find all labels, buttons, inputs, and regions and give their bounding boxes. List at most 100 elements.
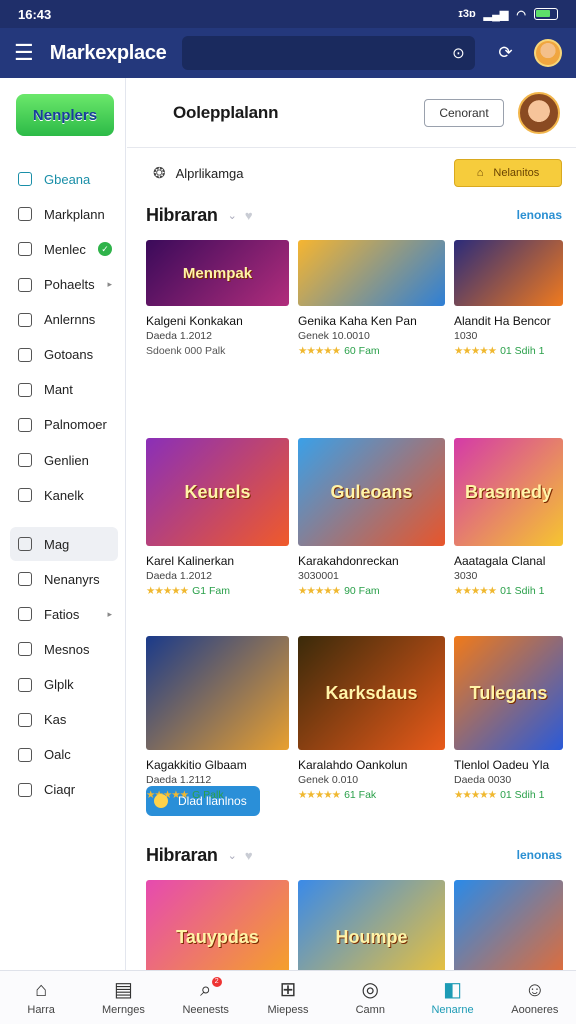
app-meta: Genek 0.010 [298, 774, 359, 786]
star-rating-icon: ★★★★★ [454, 345, 497, 357]
card-row: Keurels Karel Kalinerkan Daeda 1.2012 ★★★★★… [127, 438, 576, 628]
sidebar-item-15[interactable]: Kas [10, 702, 118, 737]
main-content: Oolepplalann Cenorant ❂ Alprlikamga ⌂ Ne… [127, 78, 576, 970]
app-thumbnail[interactable]: Houmpe [298, 880, 445, 970]
header-action-button[interactable]: Cenorant [424, 98, 504, 127]
nav-item-1[interactable]: ▤ Mernges [82, 971, 164, 1024]
section-title: Hibraran [146, 204, 218, 225]
search-input[interactable] [182, 45, 453, 61]
sidebar-item-7[interactable]: Palnomoer [10, 408, 118, 443]
app-thumbnail[interactable] [454, 240, 563, 306]
star-rating-icon: ★★★★★ [298, 585, 341, 597]
app-card[interactable]: Alandit Ha Bencor 1030 ★★★★★ 01 Sdih 1 [454, 240, 563, 430]
app-thumbnail[interactable]: Tauypdas [146, 880, 289, 970]
compass-icon [18, 572, 32, 587]
sidebar-item-label: Mag [44, 536, 70, 552]
section-see-all-link[interactable]: lenonas [517, 208, 562, 222]
sidebar-item-label: Mesnos [44, 641, 90, 657]
section-see-all-link[interactable]: lenonas [517, 848, 562, 862]
app-rating: Sdoenk 000 Palk [146, 345, 289, 357]
sidebar-item-13[interactable]: Mesnos [10, 632, 118, 667]
sidebar-item-5[interactable]: Gotoans [10, 337, 118, 372]
app-thumbnail[interactable] [146, 636, 289, 750]
sidebar-item-10[interactable]: Mag [10, 526, 118, 562]
chevron-down-icon[interactable]: ⌄ [228, 849, 237, 862]
app-title: Tlenlol Oadeu Yla [454, 758, 550, 772]
app-filter-icon[interactable]: ❂ [153, 164, 166, 182]
app-thumbnail[interactable]: Keurels [146, 438, 289, 546]
nav-item-5[interactable]: ◧ Nenarne [411, 971, 493, 1024]
nav-item-6[interactable]: ☺ Aooneres [494, 971, 576, 1024]
rating-text: Sdoenk 000 Palk [146, 345, 226, 357]
app-card[interactable]: Genika Kaha Ken Pan Genek 10.0010 ★★★★★ 60 … [298, 240, 445, 430]
app-thumbnail[interactable]: Menmpak [146, 240, 289, 306]
search-box[interactable]: ⊙ [182, 36, 475, 70]
app-thumbnail[interactable]: Brasmedy [454, 438, 563, 546]
app-logo[interactable]: Nenplers [16, 94, 114, 136]
chevron-right-icon[interactable]: ▸ [107, 279, 112, 290]
sidebar-item-3[interactable]: Pohaelts ▸ [10, 267, 118, 302]
status-time: 16:43 [18, 6, 52, 22]
sidebar-item-0[interactable]: Gbeana [10, 162, 118, 197]
app-card[interactable]: Menmpak Kalgeni Konkakan Daeda 1.2012 Sdoen… [146, 240, 289, 430]
app-title: Karakahdonreckan [298, 554, 399, 568]
main-header: Oolepplalann Cenorant [127, 78, 576, 148]
app-card[interactable]: Tauypdas [146, 880, 289, 970]
card-row: Tauypdas Houmpe [127, 880, 576, 970]
app-thumbnail[interactable] [454, 880, 563, 970]
sync-icon[interactable]: ⟳ [493, 40, 519, 66]
sidebar-item-16[interactable]: Oalc [10, 738, 118, 773]
sidebar-item-2[interactable]: Menlec ✓ [10, 232, 118, 267]
sidebar-item-1[interactable]: Markplann [10, 197, 118, 232]
chart-icon [18, 537, 32, 552]
app-card[interactable]: Brasmedy Aaatagala Clanal 3030 ★★★★★ 01 Sdih… [454, 438, 563, 628]
app-thumbnail[interactable]: Karksdaus [298, 636, 445, 750]
camera-scan-icon[interactable]: ⊙ [452, 44, 465, 62]
app-card[interactable] [454, 880, 563, 970]
sidebar-item-12[interactable]: Fatios ▸ [10, 597, 118, 632]
app-card[interactable]: Guleoans Karakahdonreckan 3030001 ★★★★★ 90 F… [298, 438, 445, 628]
square-icon [18, 782, 32, 797]
tag-icon [18, 417, 32, 432]
app-thumbnail[interactable]: Guleoans [298, 438, 445, 546]
app-card[interactable]: Houmpe [298, 880, 445, 970]
app-card[interactable]: Karksdaus Karalahdo Oankolun Genek 0.010 ★★… [298, 636, 445, 826]
yellow-action-button[interactable]: ⌂ Nelanitos [454, 159, 562, 187]
sidebar-item-6[interactable]: Mant [10, 373, 118, 408]
sidebar-nav: Gbeana Markplann Menlec ✓ Pohaelts ▸ Anlernns G… [10, 162, 118, 808]
sidebar-item-4[interactable]: Anlernns [10, 302, 118, 337]
hamburger-menu-icon[interactable]: ☰ [14, 42, 36, 64]
user-avatar[interactable] [534, 39, 562, 67]
nav-item-2[interactable]: ⌕ Neenests 2 [165, 971, 247, 1024]
profile-avatar[interactable] [518, 91, 560, 134]
circle-icon [18, 747, 32, 762]
sidebar-item-9[interactable]: Kanelk [10, 478, 118, 513]
nav-item-3[interactable]: ⊞ Miepess [247, 971, 329, 1024]
calendar-icon [18, 453, 32, 467]
app-bar: ☰ Markexplace ⊙ ⟳ [0, 28, 576, 78]
heart-icon[interactable]: ♥ [245, 848, 253, 863]
card-row: Menmpak Kalgeni Konkakan Daeda 1.2012 Sdoen… [127, 240, 576, 430]
nav-item-0[interactable]: ⌂ Harra [0, 971, 82, 1024]
nav-item-4[interactable]: ◎ Camn [329, 971, 411, 1024]
chevron-down-icon[interactable]: ⌄ [228, 209, 237, 222]
sidebar-item-17[interactable]: Ciaqr [10, 773, 118, 808]
sidebar-item-label: Ciaqr [44, 782, 76, 798]
sidebar-item-11[interactable]: Nenanyrs [10, 562, 118, 597]
app-thumbnail[interactable] [298, 240, 445, 306]
sidebar-item-label: Kanelk [44, 487, 84, 503]
sidebar-item-8[interactable]: Genlien [10, 443, 118, 478]
app-card[interactable]: Keurels Karel Kalinerkan Daeda 1.2012 ★★★★★… [146, 438, 289, 628]
sidebar-item-14[interactable]: Glplk [10, 667, 118, 702]
app-thumbnail[interactable]: Tulegans [454, 636, 563, 750]
app-title: Kalgeni Konkakan [146, 314, 243, 328]
box-icon [18, 242, 32, 257]
app-meta: Daeda 1.2012 [146, 330, 212, 342]
app-card[interactable]: Tulegans Tlenlol Oadeu Yla Daeda 0030 ★★★★★… [454, 636, 563, 826]
star-rating-icon: ★★★★★ [146, 585, 189, 597]
chevron-right-icon[interactable]: ▸ [107, 609, 112, 620]
heart-icon[interactable]: ♥ [245, 208, 253, 223]
rating-text: 01 Sdih 1 [500, 585, 545, 597]
app-meta: Daeda 1.2012 [146, 570, 212, 582]
filter-label[interactable]: Alprlikamga [176, 166, 244, 181]
